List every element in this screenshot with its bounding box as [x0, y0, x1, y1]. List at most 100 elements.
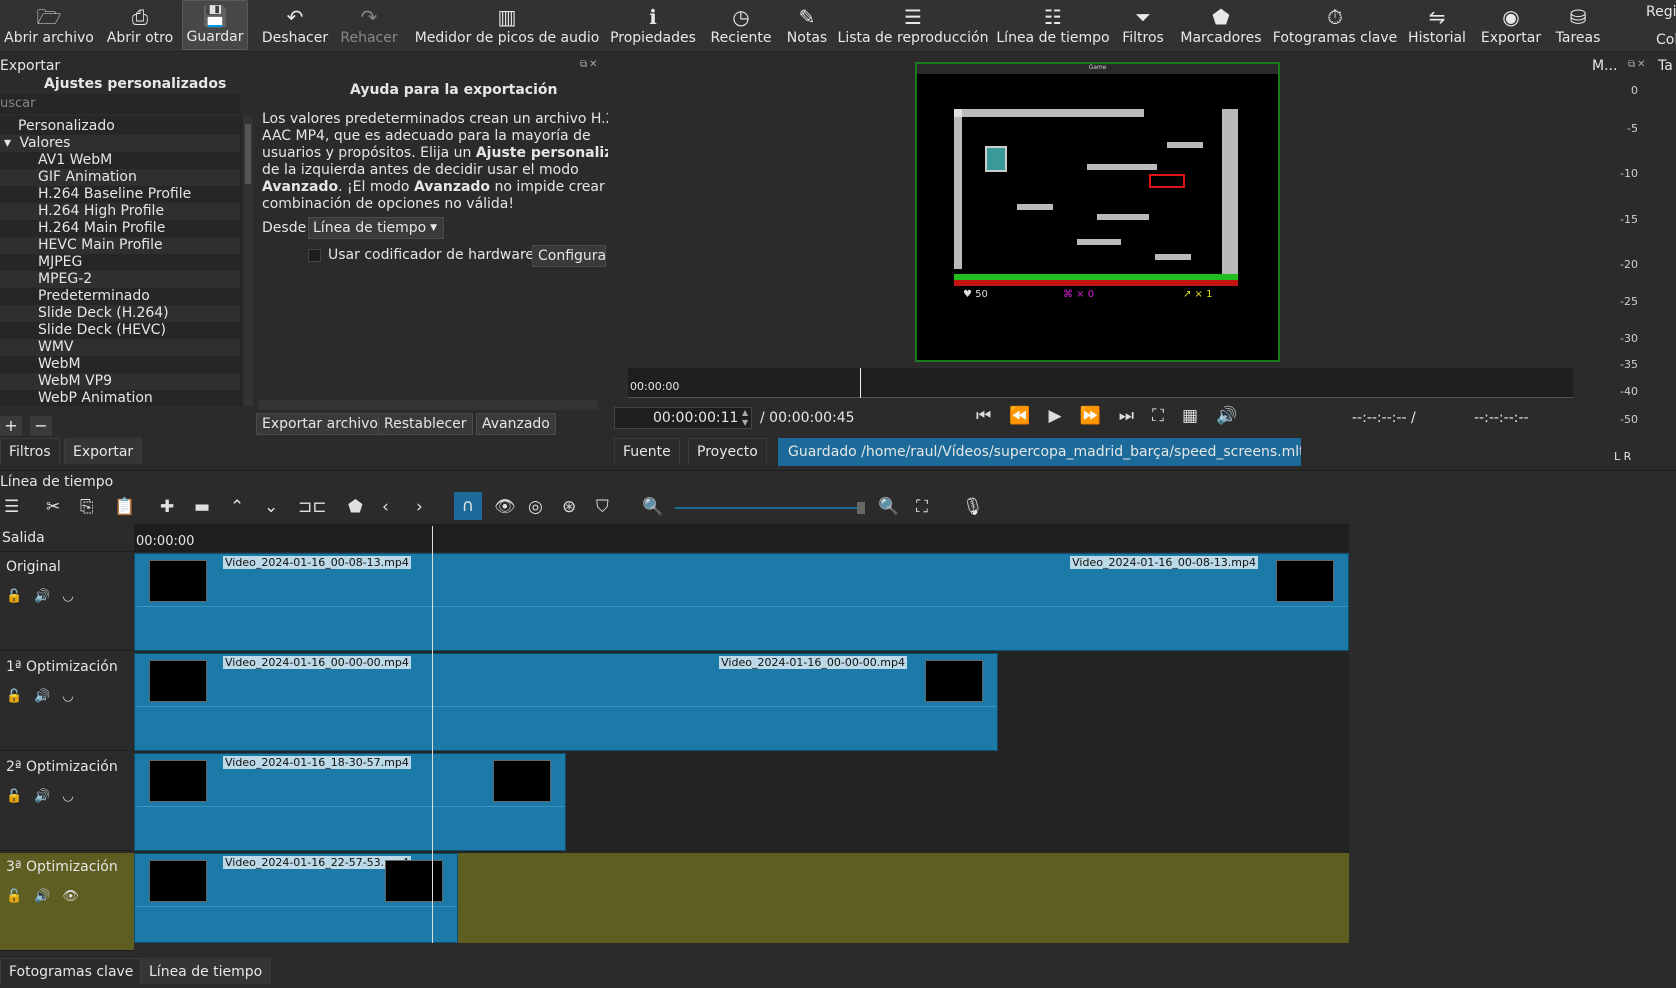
tree-item-custom[interactable]: Personalizado [0, 118, 240, 135]
presets-tree[interactable]: Personalizado ▾ Valores AV1 WebM GIF Ani… [0, 116, 253, 407]
tree-item-stock[interactable]: ▾ Valores [0, 135, 240, 152]
audio-peak-meter-button[interactable]: ▥ Medidor de picos de audio [415, 0, 600, 50]
tab-source[interactable]: Fuente [614, 438, 680, 464]
lock-mute-eye-icon[interactable]: 🔓🔊👁 [6, 889, 91, 904]
scrub-icon[interactable]: 👁 [494, 497, 516, 517]
timeline-menu-icon[interactable]: ☰ [4, 497, 19, 517]
track-header-opt1[interactable]: 1ª Optimización 🔓🔊◡ [0, 653, 134, 751]
undo-button[interactable]: ↶ Deshacer [262, 0, 328, 50]
preset-item[interactable]: H.264 Main Profile [0, 220, 240, 237]
tab-keyframes[interactable]: Fotogramas clave [0, 958, 143, 984]
lift-icon[interactable]: ⌃ [230, 497, 244, 517]
zoom-slider[interactable] [675, 502, 865, 514]
ripple-markers-icon[interactable]: ⛉ [596, 497, 609, 517]
zoom-in-icon[interactable]: 🔍 [878, 497, 899, 517]
previous-marker-icon[interactable]: ‹ [382, 497, 389, 517]
record-audio-icon[interactable]: 🎙 [962, 497, 984, 517]
preset-item[interactable]: HEVC Main Profile [0, 237, 240, 254]
volume-icon[interactable]: 🔊 [1216, 406, 1255, 426]
track-header-opt2[interactable]: 2ª Optimización 🔓🔊◡ [0, 753, 134, 851]
timeline-ruler[interactable]: 00:00:00 [134, 524, 1349, 552]
append-icon[interactable]: ✚ [160, 497, 174, 517]
properties-button[interactable]: ℹ Propiedades [610, 0, 696, 50]
register-label[interactable]: Regis [1646, 4, 1676, 20]
preset-item[interactable]: Predeterminado [0, 288, 240, 305]
remove-preset-button[interactable]: − [30, 416, 52, 436]
track-header-opt3[interactable]: 3ª Optimización 🔓🔊👁 [0, 853, 134, 951]
fast-forward-icon[interactable]: ⏩ [1080, 406, 1119, 426]
timeline-button[interactable]: ☷ Línea de tiempo [996, 0, 1109, 50]
timeline-playhead[interactable] [431, 526, 433, 943]
configure-button[interactable]: Configurar [532, 245, 606, 267]
dock-float-close-icon[interactable]: ⧉✕ [580, 59, 600, 70]
clip-original[interactable]: Video_2024-01-16_00-08-13.mp4 Video_2024-… [134, 553, 1349, 651]
tab-project[interactable]: Proyecto [688, 438, 767, 464]
export-file-button[interactable]: Exportar archivo [256, 413, 384, 435]
zoom-fit-icon[interactable]: ⛶ [916, 497, 928, 517]
video-preview[interactable]: Game ♥ 50 ⌘ × 0 ↗ × 1 [915, 62, 1280, 362]
preset-item[interactable]: H.264 High Profile [0, 203, 240, 220]
tab-filters[interactable]: Filtros [0, 438, 60, 464]
zoom-fit-icon[interactable]: ⛶ [1152, 406, 1182, 426]
lock-mute-hide-icon[interactable]: 🔓🔊◡ [6, 689, 86, 704]
preset-item[interactable]: GIF Animation [0, 169, 240, 186]
preset-item[interactable]: WMV [0, 339, 240, 356]
skip-next-icon[interactable]: ⏭ [1119, 406, 1152, 426]
tab-export[interactable]: Exportar [64, 438, 143, 464]
notes-button[interactable]: ✎ Notas [784, 0, 830, 50]
player-scrubber[interactable]: 00:00:00 [628, 368, 1573, 398]
next-marker-icon[interactable]: › [416, 497, 423, 517]
preset-item[interactable]: H.264 Baseline Profile [0, 186, 240, 203]
grid-icon[interactable]: ▦ [1182, 406, 1216, 426]
playlist-button[interactable]: ☰ Lista de reproducción [838, 0, 989, 50]
preset-item[interactable]: WebP Animation [0, 390, 240, 407]
preset-item[interactable]: WebM [0, 356, 240, 373]
paste-icon[interactable]: 📋 [114, 497, 135, 517]
track-header-original[interactable]: Original 🔓🔊◡ [0, 553, 134, 651]
split-icon[interactable]: ⊐⊏ [298, 497, 327, 517]
preset-item[interactable]: MJPEG [0, 254, 240, 271]
redo-button[interactable]: ↷ Rehacer [338, 0, 400, 50]
player-playhead[interactable] [859, 368, 861, 398]
save-button[interactable]: 💾 Guardar [182, 0, 248, 50]
markers-button[interactable]: ⬟ Marcadores [1180, 0, 1262, 50]
ripple-icon[interactable]: ◎ [528, 497, 543, 517]
lock-mute-hide-icon[interactable]: 🔓🔊◡ [6, 589, 86, 604]
preset-item[interactable]: AV1 WebM [0, 152, 240, 169]
preset-item[interactable]: MPEG-2 [0, 271, 240, 288]
preset-item[interactable]: WebM VP9 [0, 373, 240, 390]
keyframes-button[interactable]: ⏱ Fotogramas clave [1273, 0, 1397, 50]
overwrite-icon[interactable]: ⌄ [264, 497, 278, 517]
recent-button[interactable]: ◷ Reciente [708, 0, 774, 50]
clip-opt1[interactable]: Video_2024-01-16_00-00-00.mp4 Video_2024-… [134, 653, 998, 751]
history-button[interactable]: ⇋ Historial [1408, 0, 1466, 50]
lock-mute-hide-icon[interactable]: 🔓🔊◡ [6, 789, 86, 804]
play-icon[interactable]: ▶ [1048, 406, 1079, 426]
help-scrollbar[interactable] [258, 400, 598, 410]
clip-opt2[interactable]: Video_2024-01-16_18-30-57.mp4 [134, 753, 566, 851]
current-timecode-input[interactable]: 00:00:00:11 [614, 407, 752, 429]
reset-button[interactable]: Restablecer [378, 413, 473, 435]
presets-scrollbar[interactable] [243, 116, 253, 406]
hw-encoder-checkbox[interactable] [308, 249, 321, 262]
add-preset-button[interactable]: + [0, 416, 22, 436]
skip-previous-icon[interactable]: ⏮ [976, 406, 1009, 426]
tab-timeline[interactable]: Línea de tiempo [140, 958, 272, 984]
marker-icon[interactable]: ⬟ [348, 497, 363, 517]
preset-item[interactable]: Slide Deck (H.264) [0, 305, 240, 322]
ripple-all-icon[interactable]: ⊛ [562, 497, 576, 517]
from-select[interactable]: Línea de tiempo ▼ [308, 217, 444, 239]
open-file-button[interactable]: 🗁 Abrir archivo [4, 0, 94, 50]
filters-button[interactable]: ⏷ Filtros [1120, 0, 1166, 50]
preset-item[interactable]: Slide Deck (HEVC) [0, 322, 240, 339]
open-other-button[interactable]: ⎙ Abrir otro [104, 0, 176, 50]
presets-search-input[interactable]: uscar [0, 94, 240, 114]
rewind-icon[interactable]: ⏪ [1009, 406, 1048, 426]
cut-icon[interactable]: ✂ [46, 497, 60, 517]
remove-icon[interactable]: ▬ [194, 497, 210, 517]
clip-opt3[interactable]: Video_2024-01-16_22-57-53.mp4 [134, 853, 458, 943]
timecode-spin-icon[interactable]: ▲ ▼ [742, 408, 748, 428]
jobs-button[interactable]: ⛁ Tareas [1554, 0, 1602, 50]
advanced-button[interactable]: Avanzado [476, 413, 556, 435]
zoom-out-icon[interactable]: 🔍 [642, 497, 663, 517]
